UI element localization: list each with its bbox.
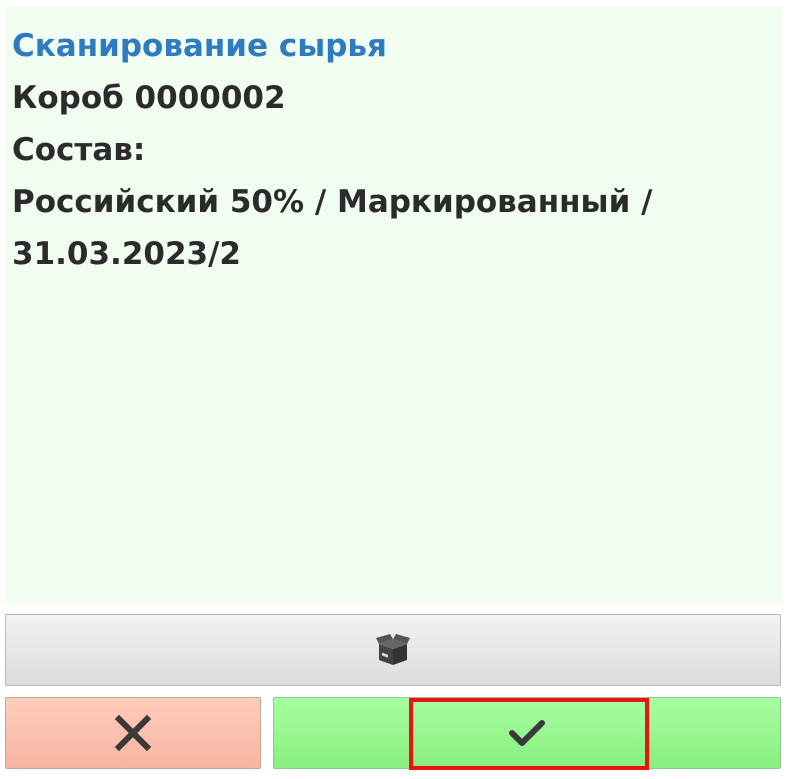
scan-raw-material-screen: Сканирование сырья Короб 0000002 Состав:… bbox=[0, 0, 791, 779]
box-number-text: Короб 0000002 bbox=[12, 80, 286, 116]
checkmark-icon bbox=[508, 718, 546, 748]
composition-label: Состав: bbox=[12, 132, 146, 168]
confirm-button[interactable] bbox=[273, 697, 781, 769]
box-button[interactable] bbox=[5, 614, 781, 686]
screen-title: Сканирование сырья bbox=[12, 28, 387, 64]
info-panel: Сканирование сырья Короб 0000002 Состав:… bbox=[6, 6, 782, 603]
cancel-button[interactable] bbox=[5, 697, 261, 769]
composition-value-line-1: Российский 50% / Маркированный / bbox=[12, 184, 653, 220]
composition-value-line-2: 31.03.2023/2 bbox=[12, 236, 242, 272]
box-icon bbox=[375, 632, 411, 668]
close-icon bbox=[114, 714, 152, 752]
